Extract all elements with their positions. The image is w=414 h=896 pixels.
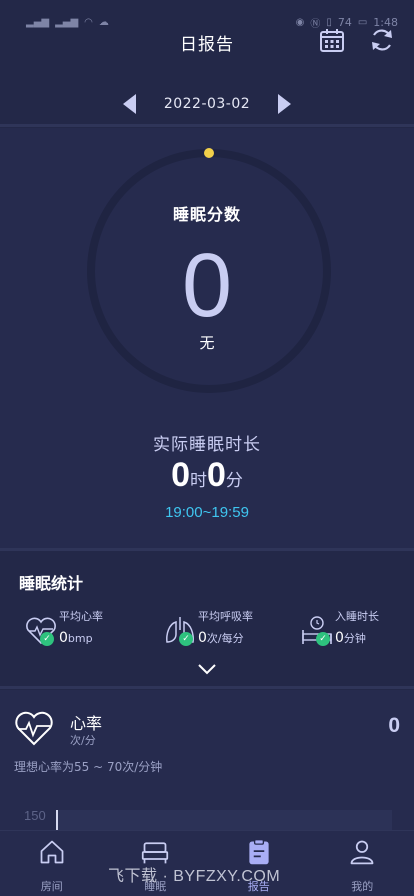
date-navigator: 2022-03-02 <box>0 86 414 122</box>
chevron-down-icon[interactable] <box>197 662 217 676</box>
stat-value: 0bmp <box>59 630 93 646</box>
next-date-button[interactable] <box>274 93 294 115</box>
score-label: 睡眠分数 <box>172 205 241 224</box>
divider <box>0 548 414 551</box>
duration-minutes: 0 <box>207 456 226 494</box>
stat-avg-heart-rate: ✓ 平均心率 0bmp <box>24 608 144 652</box>
refresh-icon[interactable] <box>368 26 396 54</box>
stat-avg-breath-rate: ✓ 平均呼吸率 0次/每分 <box>163 608 283 652</box>
tab-mine[interactable]: 我的 <box>322 834 402 894</box>
page-title: 日报告 <box>180 34 234 55</box>
score-ring-indicator <box>204 148 214 158</box>
actual-sleep-duration: 0时0分 <box>0 456 414 495</box>
sleep-time-range: 19:00~19:59 <box>165 504 249 521</box>
stat-sleep-onset: ✓ 入睡时长 0分钟 <box>300 608 414 652</box>
watermark: 飞下载 · BYFZXY.COM <box>108 868 281 885</box>
current-date: 2022-03-02 <box>163 96 251 112</box>
app-header: 日报告 <box>0 22 414 62</box>
stat-number: 0 <box>198 630 207 646</box>
chart-axis-tick: 150 <box>24 808 46 823</box>
heart-rate-value: 0 <box>388 714 400 737</box>
stats-title: 睡眠统计 <box>19 574 84 593</box>
stat-value: 0次/每分 <box>198 630 244 646</box>
triangle-right-icon <box>278 94 292 114</box>
tab-room[interactable]: 房间 <box>12 834 92 894</box>
sleep-score-panel: 睡眠分数 0 无 实际睡眠时长 0时0分 19:00~19:59 <box>0 128 414 548</box>
sleep-stats-section: 睡眠统计 ✓ 平均心率 0bmp ✓ 平均呼吸率 0次/每分 ✓ 入睡时长 0分… <box>0 552 414 685</box>
heart-rate-icon <box>15 711 53 746</box>
heart-rate-unit: 次/分 <box>70 734 96 747</box>
divider <box>0 124 414 127</box>
heart-rate-chart <box>56 810 392 830</box>
stat-label: 平均呼吸率 <box>198 610 253 623</box>
actual-sleep-duration-label: 实际睡眠时长 <box>153 435 261 455</box>
duration-minutes-unit: 分 <box>225 471 243 490</box>
score-value: 0 <box>181 236 233 336</box>
divider <box>0 686 414 689</box>
check-icon: ✓ <box>179 632 193 646</box>
tab-label: 房间 <box>40 879 63 893</box>
home-icon <box>40 840 64 863</box>
heart-rate-card: 心率 次/分 0 理想心率为55 ~ 70次/分钟 150 <box>0 690 414 830</box>
score-grade: 无 <box>199 334 215 352</box>
stat-value: 0分钟 <box>335 630 366 646</box>
duration-hours-unit: 时 <box>190 471 207 490</box>
tab-label: 我的 <box>351 879 374 893</box>
check-icon: ✓ <box>316 632 330 646</box>
stat-number: 0 <box>59 630 68 646</box>
duration-hours: 0 <box>171 456 190 494</box>
user-icon <box>350 840 374 864</box>
ideal-heart-rate-text: 理想心率为55 ~ 70次/分钟 <box>14 760 163 774</box>
stat-number: 0 <box>335 630 344 646</box>
stat-unit: 分钟 <box>343 632 366 645</box>
prev-date-button[interactable] <box>120 93 140 115</box>
calendar-icon[interactable] <box>318 26 346 54</box>
stat-unit: 次/每分 <box>206 632 244 645</box>
stat-label: 入睡时长 <box>335 610 379 623</box>
heart-rate-title: 心率 <box>70 714 103 733</box>
triangle-left-icon <box>122 94 136 114</box>
check-icon: ✓ <box>40 632 54 646</box>
stat-label: 平均心率 <box>59 610 103 623</box>
stat-unit: bmp <box>67 632 93 645</box>
